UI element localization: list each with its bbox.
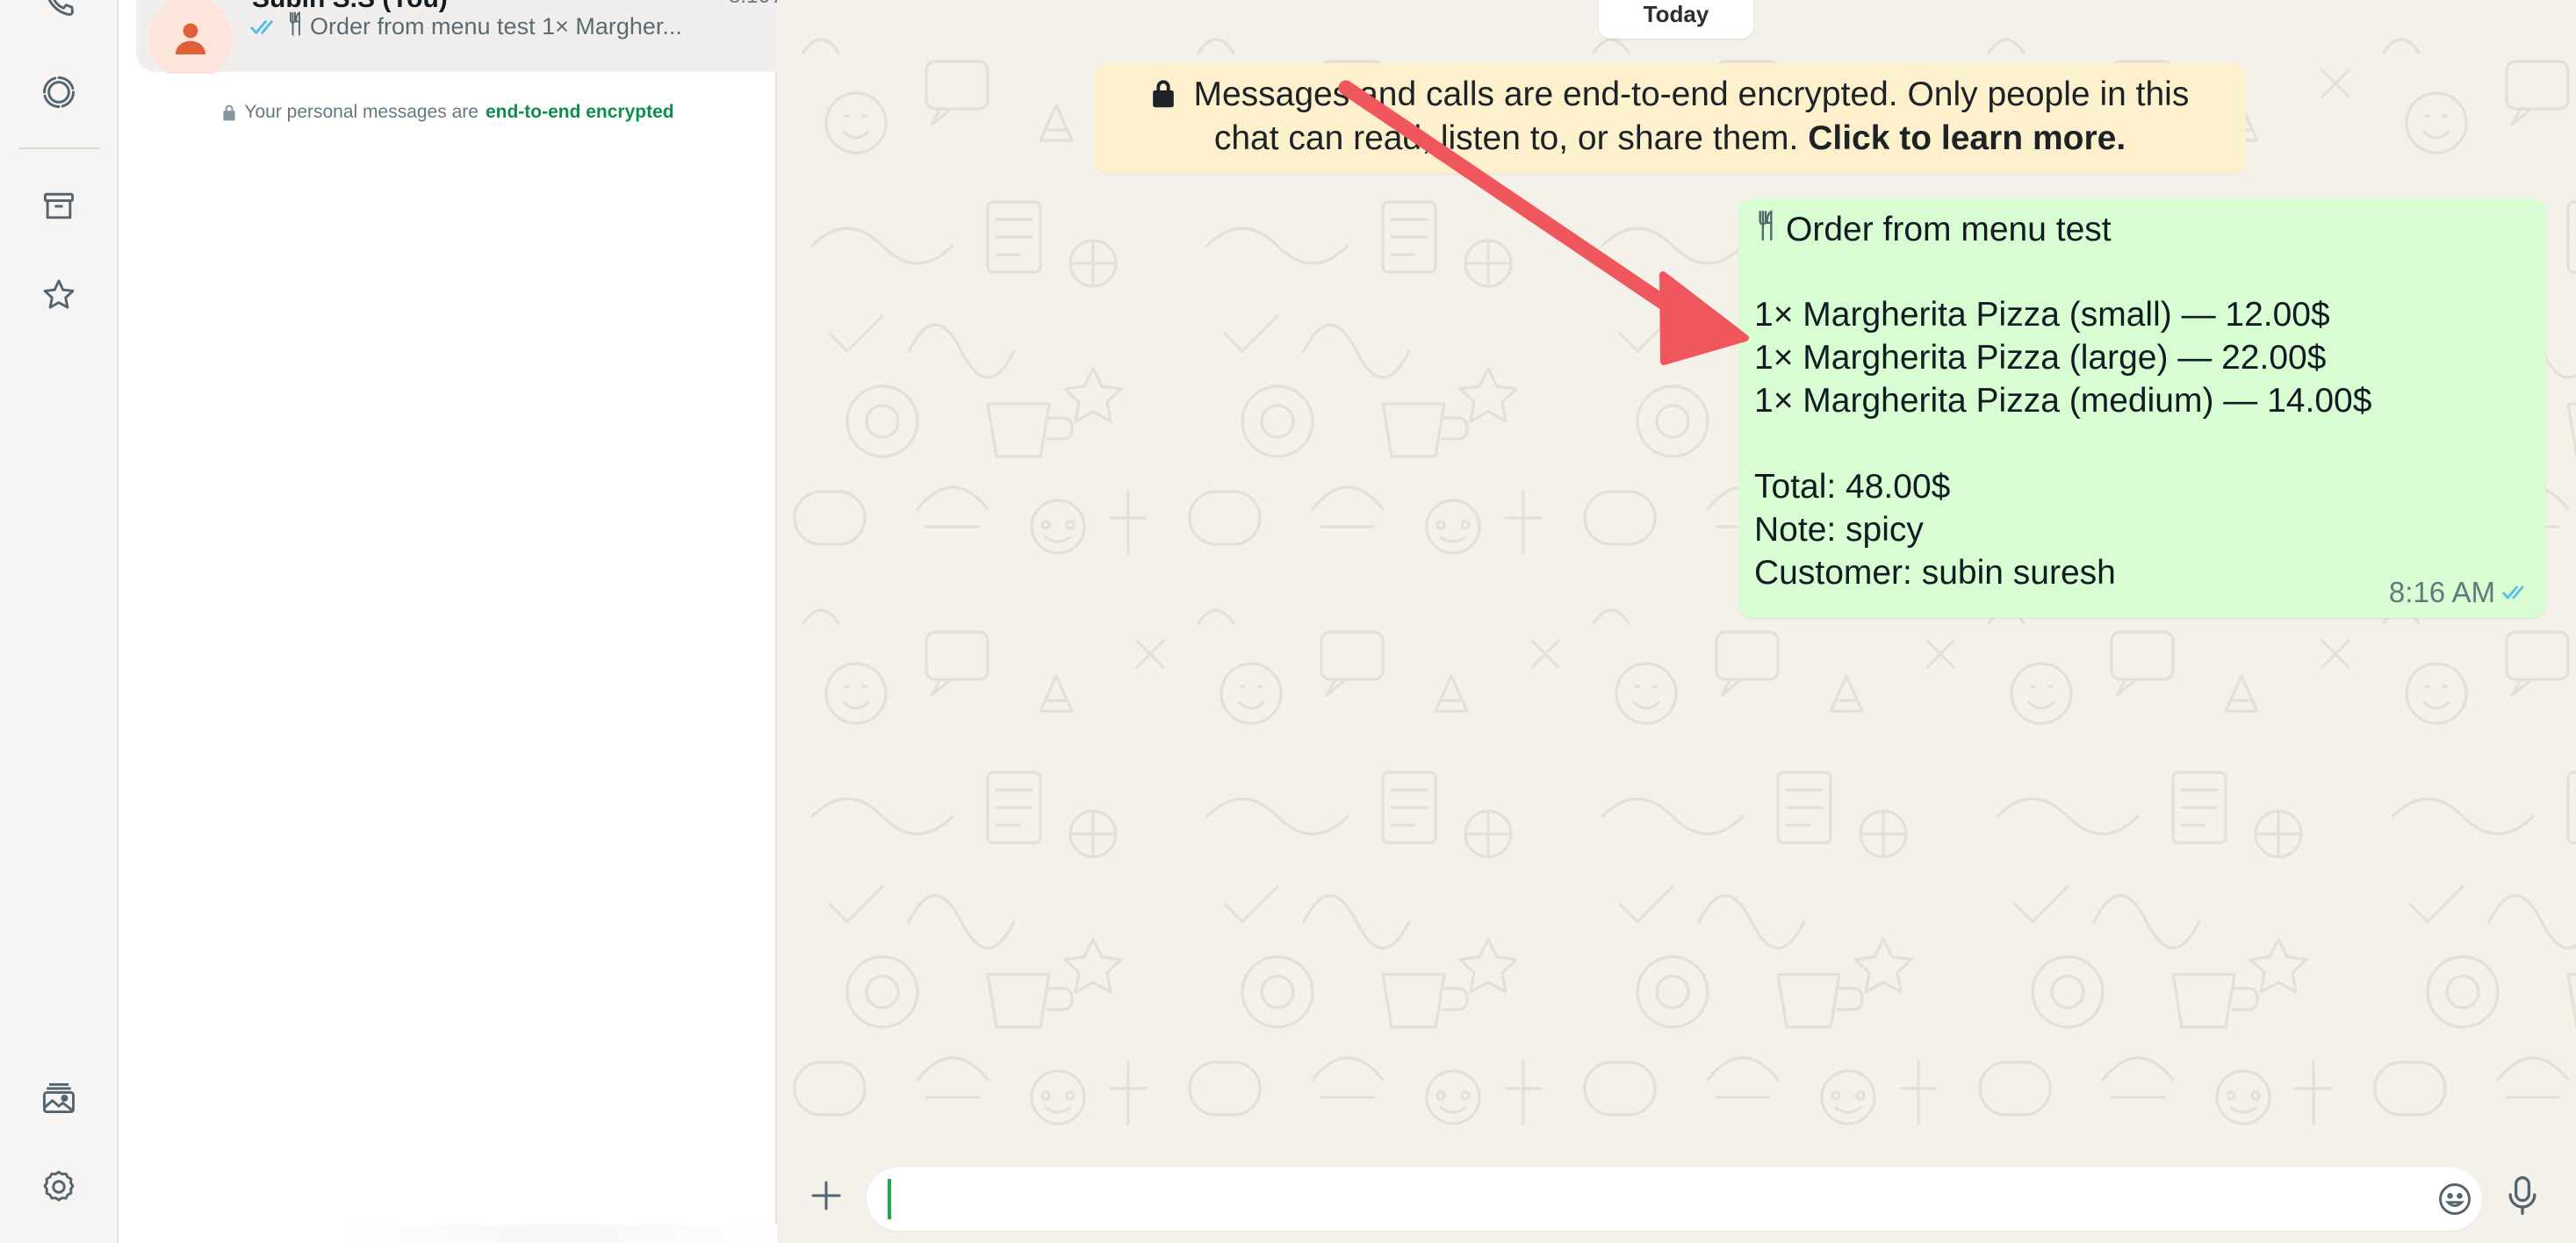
microphone-icon[interactable] xyxy=(2500,1173,2545,1218)
composer-bar xyxy=(777,1150,2576,1243)
encryption-note-text: Your personal messages are xyxy=(244,102,479,122)
message-time: 8:16 AM xyxy=(2388,576,2495,608)
encryption-note: Your personal messages are end-to-end en… xyxy=(119,102,777,123)
order-note: Note: spicy xyxy=(1754,511,1924,549)
fork-knife-icon xyxy=(1754,209,1786,242)
date-divider: Today xyxy=(1599,0,1753,39)
fork-knife-icon xyxy=(287,11,303,43)
encryption-notice[interactable]: Messages and calls are end-to-end encryp… xyxy=(1094,63,2246,174)
message-input[interactable] xyxy=(886,1176,2378,1222)
lock-icon xyxy=(221,104,237,121)
starred-icon[interactable] xyxy=(37,273,81,317)
chat-list-row-container: Subin S.S (You) 8:16 AM Order from menu … xyxy=(119,0,777,74)
learn-more-link[interactable]: Click to learn more. xyxy=(1808,119,2126,157)
list-bottom-fade xyxy=(347,1225,777,1243)
navigation-rail xyxy=(0,0,119,1243)
message-meta: 8:16 AM xyxy=(2389,576,2530,609)
calls-icon[interactable] xyxy=(37,0,81,25)
message-title-line: Order from menu test xyxy=(1754,209,2112,249)
message-input-box[interactable] xyxy=(867,1168,2482,1231)
order-total: Total: 48.00$ xyxy=(1754,468,1951,506)
outgoing-message[interactable]: Order from menu test 1× Margherita Pizza… xyxy=(1738,198,2546,618)
read-double-tick-icon xyxy=(2502,583,2530,602)
avatar[interactable] xyxy=(148,0,233,74)
status-icon[interactable] xyxy=(37,70,81,114)
chat-time: 8:16 AM xyxy=(729,0,777,9)
chat-list-panel: Subin S.S (You) 8:16 AM Order from menu … xyxy=(119,0,777,1243)
rail-divider xyxy=(19,147,100,149)
order-item: 1× Margherita Pizza (large) — 22.00$ xyxy=(1754,339,2327,377)
message-title: Order from menu test xyxy=(1786,211,2112,248)
plus-icon xyxy=(811,1181,841,1211)
encryption-link[interactable]: end-to-end encrypted xyxy=(486,102,674,123)
attach-button[interactable] xyxy=(802,1171,851,1220)
order-item: 1× Margherita Pizza (small) — 12.00$ xyxy=(1754,296,2330,334)
order-item: 1× Margherita Pizza (medium) — 14.00$ xyxy=(1754,382,2372,420)
conversation-pane: Today Messages and calls are end-to-end … xyxy=(777,0,2576,1243)
order-customer: Customer: subin suresh xyxy=(1754,554,2116,592)
lock-icon xyxy=(1151,75,1194,113)
settings-icon[interactable] xyxy=(37,1165,81,1209)
chat-preview-text: Order from menu test 1× Margher... xyxy=(310,13,682,40)
emoji-icon[interactable] xyxy=(2436,1180,2474,1218)
read-double-tick-icon xyxy=(250,18,280,37)
media-icon[interactable] xyxy=(37,1076,81,1120)
archive-icon[interactable] xyxy=(37,184,81,228)
chat-preview: Order from menu test 1× Margher... xyxy=(250,11,777,43)
